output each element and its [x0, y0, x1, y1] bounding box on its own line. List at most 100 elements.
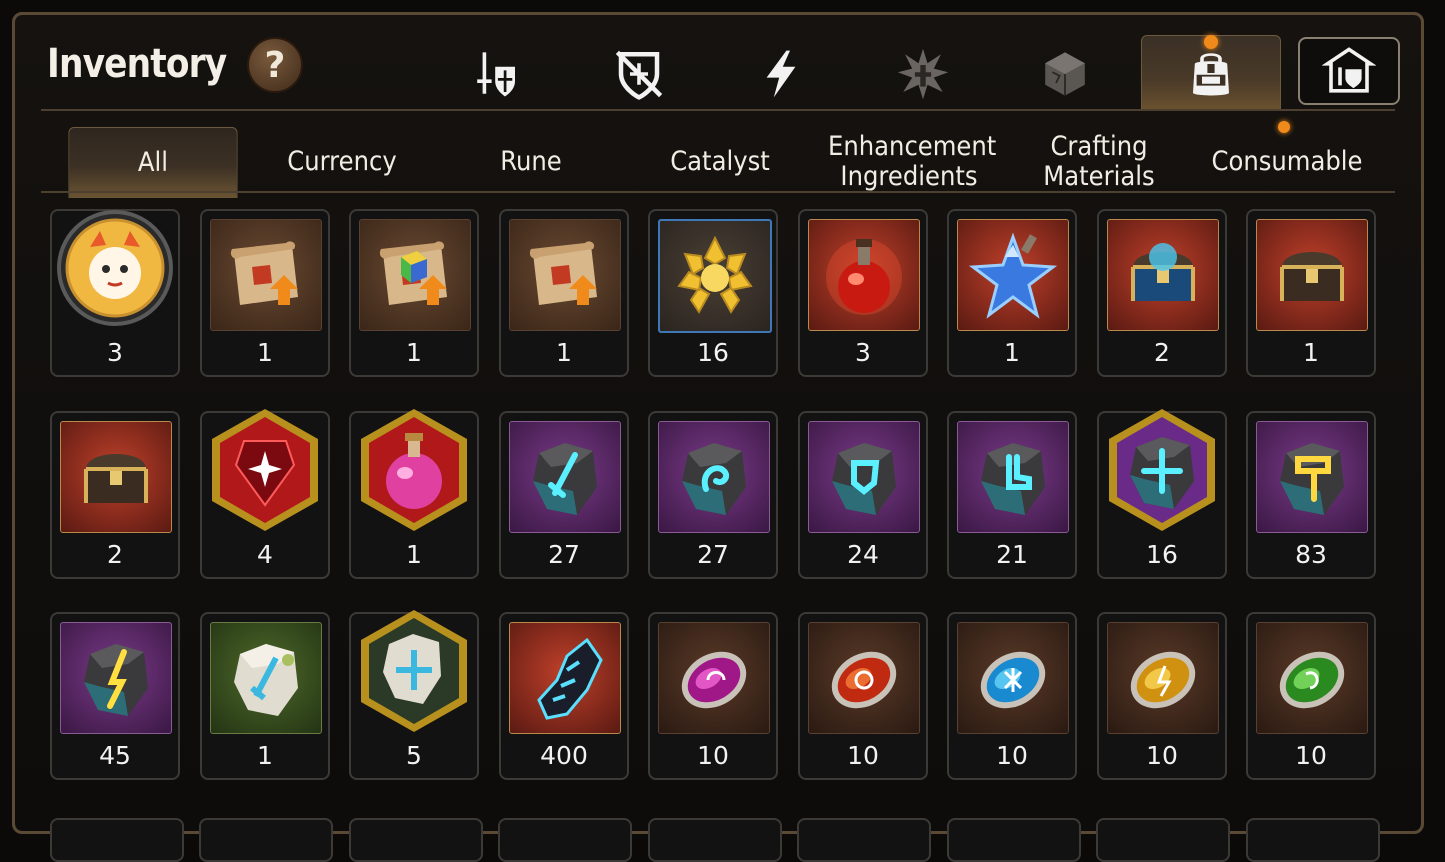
burst-icon — [897, 48, 949, 100]
frame-corner — [1403, 813, 1421, 831]
white-sword-stone-icon — [210, 622, 322, 734]
item-quantity: 1 — [1004, 338, 1020, 367]
category-guild-house[interactable] — [1298, 37, 1400, 105]
item-slot[interactable]: 5 — [349, 610, 479, 780]
item-slot[interactable]: 21 — [947, 411, 1077, 579]
tab-consumable[interactable]: Consumable — [1197, 127, 1377, 197]
item-slot[interactable]: 1 — [499, 209, 629, 377]
tab-label: Enhancement Ingredients — [828, 131, 997, 192]
item-slot-partial[interactable] — [199, 818, 333, 862]
category-sword-shield[interactable] — [455, 39, 539, 109]
red-potion-icon — [808, 219, 920, 331]
backpack-icon — [1193, 53, 1229, 96]
blue-star-icon — [957, 219, 1069, 331]
item-slot[interactable]: 10 — [947, 612, 1077, 780]
tab-crafting-materials[interactable]: Crafting Materials — [1022, 127, 1177, 197]
item-slot-partial[interactable] — [1246, 818, 1380, 862]
item-quantity: 27 — [697, 540, 729, 569]
tab-rune[interactable]: Rune — [447, 127, 614, 197]
item-slot[interactable]: 10 — [1246, 612, 1376, 780]
tab-enhancement-ingredients[interactable]: Enhancement Ingredients — [821, 127, 997, 197]
pink-potion-icon — [353, 405, 475, 535]
page-title: Inventory — [47, 41, 227, 87]
item-quantity: 10 — [1146, 741, 1178, 770]
item-quantity: 1 — [556, 338, 572, 367]
tab-label: Crafting Materials — [1043, 131, 1155, 192]
item-slot[interactable]: 1 — [947, 209, 1077, 377]
item-quantity: 10 — [847, 741, 879, 770]
hammer-rune-stone-icon — [1256, 421, 1368, 533]
item-quantity: 1 — [257, 741, 273, 770]
tab-catalyst[interactable]: Catalyst — [636, 127, 803, 197]
tab-divider — [41, 191, 1395, 193]
item-slot[interactable]: 10 — [648, 612, 778, 780]
category-cube[interactable] — [1023, 39, 1107, 109]
tab-currency[interactable]: Currency — [258, 127, 425, 197]
item-slot-partial[interactable] — [797, 818, 931, 862]
help-button[interactable]: ? — [247, 37, 303, 93]
item-slot[interactable]: 4 — [200, 409, 330, 579]
tab-all[interactable]: All — [68, 127, 238, 198]
help-label: ? — [264, 44, 286, 86]
guild-house-icon — [1322, 47, 1376, 93]
tab-label: Consumable — [1211, 146, 1363, 177]
header-divider — [41, 109, 1395, 111]
item-quantity: 21 — [996, 540, 1028, 569]
item-slot[interactable]: 10 — [798, 612, 928, 780]
tab-label: Rune — [500, 146, 562, 177]
tab-label: All — [137, 147, 169, 178]
item-slot-partial[interactable] — [648, 818, 782, 862]
item-quantity: 400 — [540, 741, 588, 770]
item-quantity: 1 — [257, 338, 273, 367]
item-slot-partial[interactable] — [50, 818, 184, 862]
item-slot[interactable]: 1 — [1246, 209, 1376, 377]
category-broken-shield[interactable] — [597, 39, 681, 109]
item-slot-partial[interactable] — [498, 818, 632, 862]
gold-chest-icon — [60, 421, 172, 533]
item-slot[interactable]: 2 — [1097, 209, 1227, 377]
item-slot[interactable]: 2 — [50, 411, 180, 579]
item-quantity: 16 — [697, 338, 729, 367]
gold-crystal-icon — [658, 219, 772, 333]
cube-icon — [1045, 52, 1085, 96]
blue-chest-icon — [1107, 219, 1219, 331]
item-slot[interactable]: 27 — [648, 411, 778, 579]
inventory-panel: Inventory ? All Currency Rune Catalyst E… — [12, 12, 1424, 834]
cyan-coin-icon — [957, 622, 1069, 734]
dark-crystal-shard-icon — [509, 622, 621, 734]
item-slot[interactable]: 1 — [349, 209, 479, 377]
item-slot-partial[interactable] — [1096, 818, 1230, 862]
item-quantity: 10 — [1295, 741, 1327, 770]
item-slot[interactable]: 24 — [798, 411, 928, 579]
frame-corner — [15, 813, 33, 831]
category-lightning[interactable] — [739, 39, 823, 109]
item-slot[interactable]: 3 — [50, 209, 180, 377]
item-slot[interactable]: 16 — [648, 209, 778, 377]
category-burst[interactable] — [881, 39, 965, 109]
purple-coin-icon — [658, 622, 770, 734]
star-rune-stone-icon — [1101, 405, 1223, 535]
broken-shield-icon — [615, 50, 663, 100]
lightning-icon — [766, 50, 796, 98]
item-slot-partial[interactable] — [349, 818, 483, 862]
item-slot[interactable]: 1 — [200, 612, 330, 780]
item-slot[interactable]: 1 — [200, 209, 330, 377]
item-slot[interactable]: 16 — [1097, 409, 1227, 579]
item-slot[interactable]: 3 — [798, 209, 928, 377]
item-slot[interactable]: 27 — [499, 411, 629, 579]
item-slot-partial[interactable] — [947, 818, 1081, 862]
item-quantity: 3 — [855, 338, 871, 367]
item-slot[interactable]: 45 — [50, 612, 180, 780]
item-quantity: 24 — [847, 540, 879, 569]
frame-corner — [1403, 15, 1421, 33]
item-slot[interactable]: 1 — [349, 409, 479, 579]
item-slot[interactable]: 400 — [499, 612, 629, 780]
item-slot[interactable]: 10 — [1097, 612, 1227, 780]
item-quantity: 4 — [257, 540, 273, 569]
item-quantity: 83 — [1295, 540, 1327, 569]
item-quantity: 1 — [1303, 338, 1319, 367]
red-gem-icon — [204, 405, 326, 535]
item-quantity: 2 — [107, 540, 123, 569]
tab-label: Currency — [287, 146, 397, 177]
item-slot[interactable]: 83 — [1246, 411, 1376, 579]
